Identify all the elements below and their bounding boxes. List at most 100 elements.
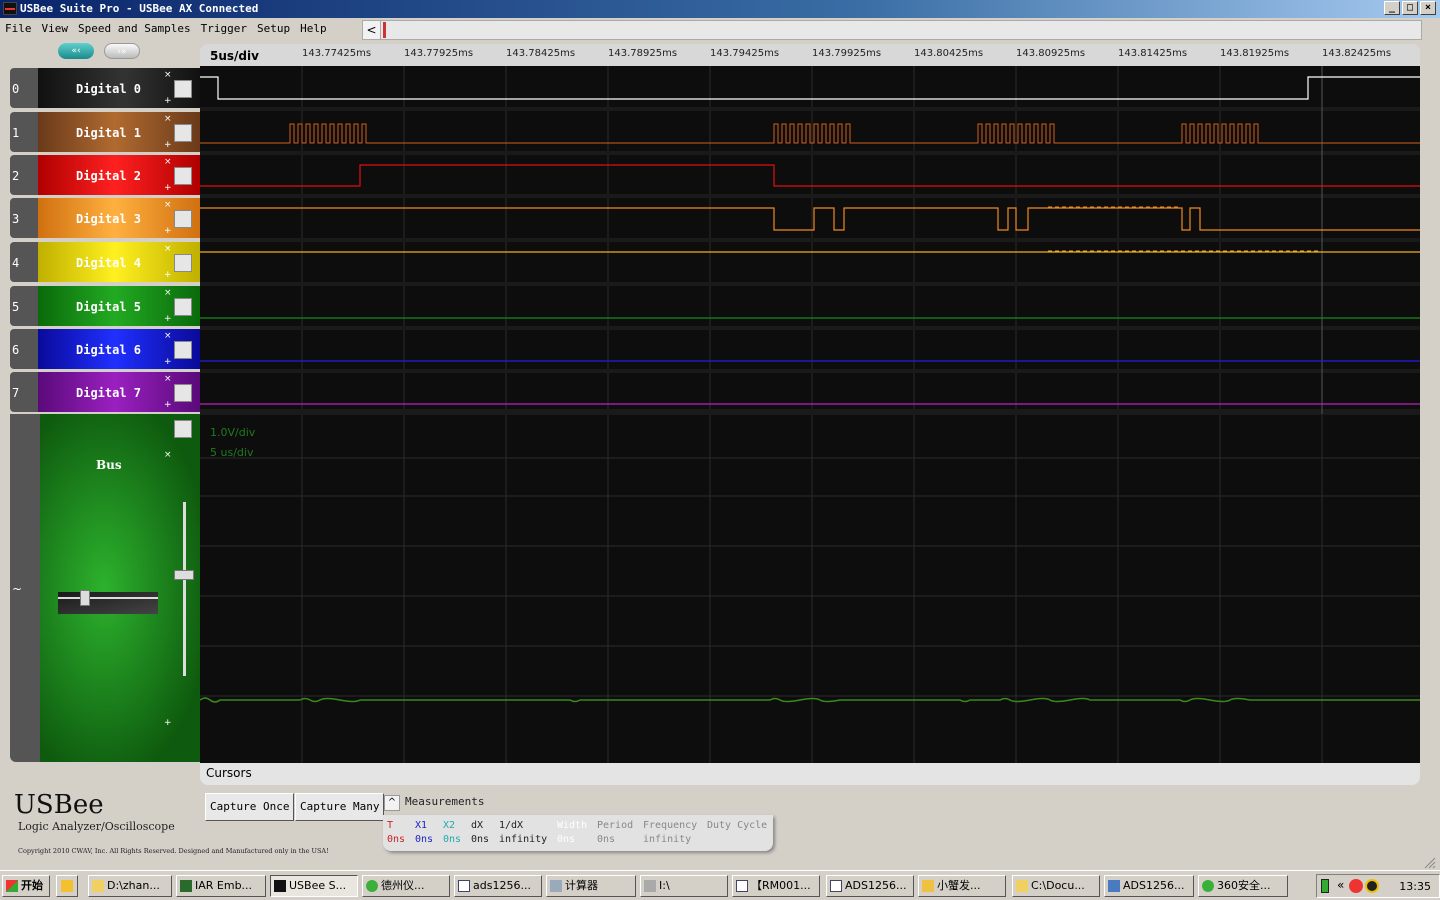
timeline-scrollbar[interactable]: < [362, 20, 1422, 40]
measurements-title: Measurements [405, 795, 485, 808]
capture-once-button[interactable]: Capture Once [205, 793, 295, 821]
channel-toggle[interactable] [174, 210, 192, 228]
channel-toggle[interactable] [174, 298, 192, 316]
time-tick: 143.80925ms [1016, 48, 1086, 59]
capture-many-button[interactable]: Capture Many [295, 793, 385, 821]
add-icon[interactable]: + [164, 270, 172, 280]
quicklaunch-button[interactable] [56, 875, 78, 897]
close-icon[interactable]: × [164, 70, 172, 80]
channel-toggle[interactable] [174, 254, 192, 272]
volts-slider-knob[interactable] [174, 570, 194, 580]
cursors-bar[interactable]: Cursors [200, 763, 1420, 785]
add-icon[interactable]: + [164, 226, 172, 236]
channel-toggle[interactable] [174, 341, 192, 359]
analog-icon: ~ [12, 582, 23, 596]
add-icon[interactable]: + [164, 183, 172, 193]
channel-name: Digital 0 [76, 82, 142, 96]
channel-7[interactable]: 7 Digital 7 × + [10, 372, 200, 412]
scroll-thumb[interactable] [383, 22, 386, 38]
channel-1[interactable]: 1 Digital 1 × + [10, 112, 200, 152]
meas-x2: X2 0ns [443, 820, 462, 845]
trace-digital-0 [200, 76, 1420, 100]
channel-name: Digital 2 [76, 169, 142, 183]
channel-name: Digital 3 [76, 212, 142, 226]
volts-slider[interactable] [174, 502, 194, 676]
channel-toggle[interactable] [174, 167, 192, 185]
time-tick: 143.78925ms [608, 48, 678, 59]
qq-icon[interactable] [1365, 879, 1379, 893]
close-icon[interactable]: × [164, 157, 172, 167]
bus-channel[interactable]: ~ Bus × + [10, 414, 200, 762]
resize-grip-icon[interactable] [1424, 857, 1436, 869]
channel-toggle[interactable] [174, 124, 192, 142]
time-tick: 143.81925ms [1220, 48, 1290, 59]
antivirus-icon[interactable] [1349, 879, 1363, 893]
drive-icon [644, 880, 656, 892]
time-tick: 143.77925ms [404, 48, 474, 59]
close-button[interactable]: × [1420, 1, 1436, 15]
start-button[interactable]: 开始 [2, 875, 50, 897]
offset-slider-knob[interactable] [80, 590, 90, 606]
add-icon[interactable]: + [164, 400, 172, 410]
channel-5[interactable]: 5 Digital 5 × + [10, 286, 200, 326]
taskbar-item[interactable]: 【RM001... [732, 875, 820, 897]
browser-icon [366, 880, 378, 892]
add-icon[interactable]: + [164, 96, 172, 106]
maximize-button[interactable]: □ [1402, 1, 1418, 15]
scroll-left-icon[interactable]: < [363, 21, 381, 39]
channel-number: 7 [12, 386, 20, 400]
editor-icon [830, 880, 842, 892]
taskbar-item-active[interactable]: USBee S... [270, 875, 358, 897]
tray-expand-icon[interactable]: « [1337, 878, 1344, 892]
taskbar-item[interactable]: 计算器 [546, 875, 636, 897]
channel-number: 2 [12, 169, 20, 183]
taskbar-item[interactable]: ADS1256... [826, 875, 914, 897]
taskbar-item[interactable]: I:\ [640, 875, 728, 897]
menu-view[interactable]: View [37, 19, 74, 39]
taskbar-item[interactable]: C:\Docu... [1012, 875, 1100, 897]
bus-toggle[interactable] [174, 420, 192, 438]
taskbar-item[interactable]: 德州仪... [362, 875, 450, 897]
taskbar-item[interactable]: 360安全... [1198, 875, 1288, 897]
menu-file[interactable]: File [0, 19, 37, 39]
close-icon[interactable]: × [164, 450, 172, 460]
window-titlebar[interactable]: USBee Suite Pro - USBee AX Connected _ □… [0, 0, 1440, 18]
zoom-forward-button[interactable]: ›» [104, 43, 140, 59]
waveform-display[interactable]: 1.0V/div 5 us/div [199, 66, 1420, 763]
taskbar-item[interactable]: ads1256... [454, 875, 542, 897]
channel-toggle[interactable] [174, 384, 192, 402]
copyright: Copyright 2010 CWAV, Inc. All Rights Res… [18, 847, 329, 855]
close-icon[interactable]: × [164, 244, 172, 254]
close-icon[interactable]: × [164, 200, 172, 210]
taskbar-item[interactable]: 小蟹发... [918, 875, 1006, 897]
channel-number: 1 [12, 126, 20, 140]
menu-setup[interactable]: Setup [252, 19, 295, 39]
channel-0[interactable]: 0 Digital 0 × + [10, 68, 200, 108]
channel-4[interactable]: 4 Digital 4 × + [10, 242, 200, 282]
offset-slider[interactable] [58, 590, 158, 614]
battery-icon[interactable] [1321, 879, 1329, 893]
close-icon[interactable]: × [164, 114, 172, 124]
close-icon[interactable]: × [164, 288, 172, 298]
meas-width: Width 0ns [557, 820, 588, 845]
close-icon[interactable]: × [164, 331, 172, 341]
add-icon[interactable]: + [164, 140, 172, 150]
channel-2[interactable]: 2 Digital 2 × + [10, 155, 200, 195]
channel-toggle[interactable] [174, 80, 192, 98]
add-icon[interactable]: + [164, 314, 172, 324]
brand: USBee Logic Analyzer/Oscilloscope [14, 790, 175, 833]
add-icon[interactable]: + [164, 718, 172, 728]
channel-3[interactable]: 3 Digital 3 × + [10, 198, 200, 238]
add-icon[interactable]: + [164, 357, 172, 367]
menu-help[interactable]: Help [295, 19, 332, 39]
taskbar-item[interactable]: D:\zhan... [88, 875, 172, 897]
taskbar-item[interactable]: IAR Emb... [176, 875, 266, 897]
menu-trigger[interactable]: Trigger [196, 19, 252, 39]
taskbar-item[interactable]: ADS1256... [1104, 875, 1194, 897]
zoom-back-button[interactable]: «‹ [58, 43, 94, 59]
app-icon [3, 2, 17, 15]
menu-speed-samples[interactable]: Speed and Samples [73, 19, 196, 39]
channel-6[interactable]: 6 Digital 6 × + [10, 329, 200, 369]
minimize-button[interactable]: _ [1384, 1, 1400, 15]
close-icon[interactable]: × [164, 374, 172, 384]
